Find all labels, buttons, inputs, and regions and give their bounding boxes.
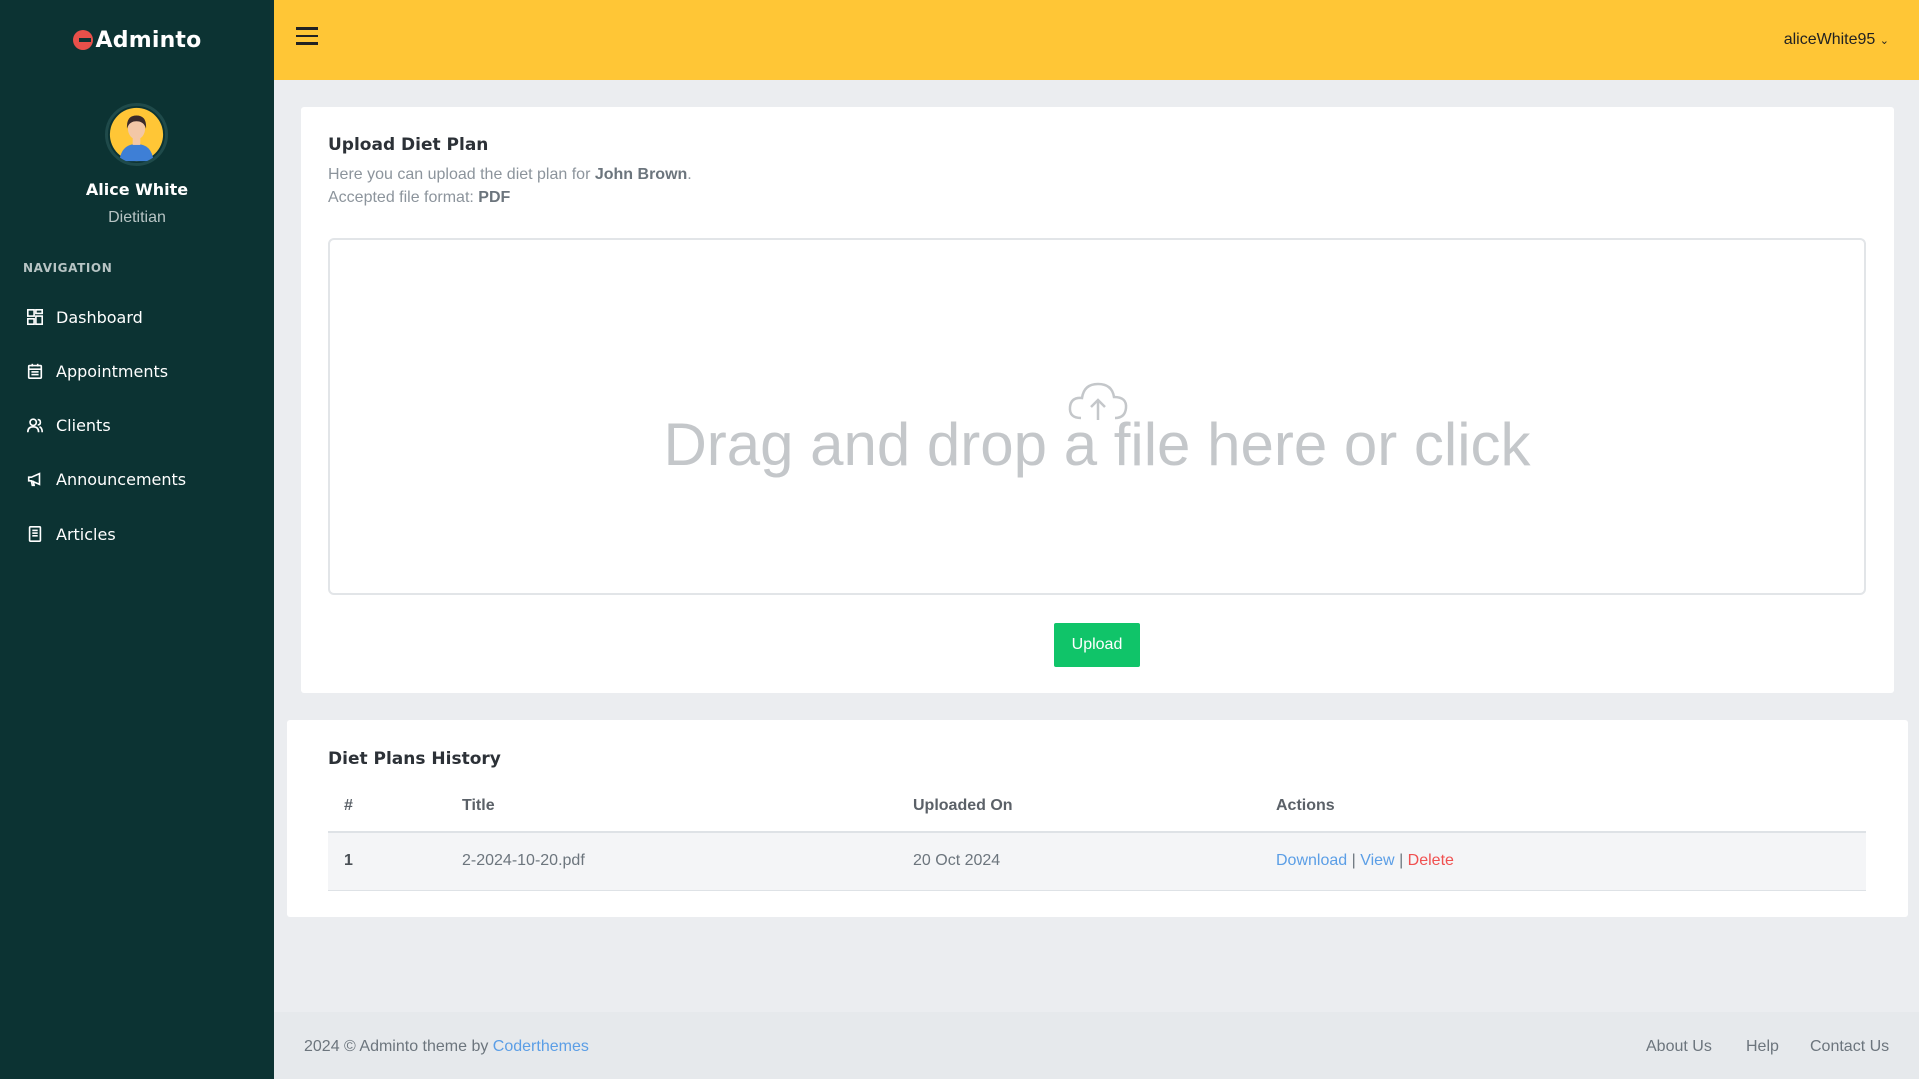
row-actions: Download | View | Delete xyxy=(1276,832,1866,891)
sidebar-item-appointments[interactable]: Appointments xyxy=(0,349,274,393)
logo-icon xyxy=(72,30,93,50)
sidebar-item-announcements[interactable]: Announcements xyxy=(0,457,274,501)
table-header-row: # Title Uploaded On Actions xyxy=(328,780,1866,833)
accepted-format: PDF xyxy=(478,189,511,206)
row-title: 2-2024-10-20.pdf xyxy=(462,832,913,891)
avatar xyxy=(105,103,168,166)
action-separator: | xyxy=(1351,852,1356,870)
coderthemes-link[interactable]: Coderthemes xyxy=(493,1038,589,1055)
upload-description: Here you can upload the diet plan for Jo… xyxy=(328,163,692,209)
copyright-text: 2024 © Adminto theme by xyxy=(304,1038,493,1055)
delete-link[interactable]: Delete xyxy=(1408,852,1454,869)
download-link[interactable]: Download xyxy=(1276,852,1347,869)
topbar: aliceWhite95 ⌄ xyxy=(274,0,1919,80)
document-icon xyxy=(28,525,42,543)
column-header-index: # xyxy=(328,780,462,833)
desc-suffix: . xyxy=(687,166,692,183)
sidebar-item-label: Articles xyxy=(56,524,116,544)
sidebar-item-label: Clients xyxy=(56,415,111,435)
footer: 2024 © Adminto theme by Coderthemes Abou… xyxy=(274,1012,1919,1079)
history-table: # Title Uploaded On Actions 1 2-2024-10-… xyxy=(328,780,1866,891)
footer-link-about-us[interactable]: About Us xyxy=(1646,1038,1712,1056)
user-menu-dropdown[interactable]: aliceWhite95 ⌄ xyxy=(1784,31,1889,49)
sidebar-item-label: Appointments xyxy=(56,361,169,381)
chevron-down-icon: ⌄ xyxy=(1879,35,1889,47)
column-header-actions: Actions xyxy=(1276,780,1866,833)
desc-prefix: Here you can upload the diet plan for xyxy=(328,166,595,183)
nav-section-title: NAVIGATION xyxy=(23,261,113,275)
table-row: 1 2-2024-10-20.pdf 20 Oct 2024 Download … xyxy=(328,832,1866,891)
calendar-icon xyxy=(27,363,43,380)
dropzone-text: Drag and drop a file here or click xyxy=(663,411,1531,478)
sidebar-item-articles[interactable]: Articles xyxy=(0,512,274,556)
megaphone-icon xyxy=(27,472,41,487)
column-header-uploaded-on: Uploaded On xyxy=(913,780,1276,833)
username: aliceWhite95 xyxy=(1783,31,1876,48)
sidebar-item-label: Announcements xyxy=(56,469,187,489)
footer-link-contact-us[interactable]: Contact Us xyxy=(1810,1038,1889,1056)
upload-button[interactable]: Upload xyxy=(1054,623,1140,667)
user-avatar-icon xyxy=(109,107,164,162)
column-header-title: Title xyxy=(462,780,913,833)
sidebar: Adminto Alice White Dietitian NAVIGATION… xyxy=(0,0,274,1079)
logo-text: Adminto xyxy=(95,28,202,53)
sidebar-item-clients[interactable]: Clients xyxy=(0,403,274,447)
footer-copyright: 2024 © Adminto theme by Coderthemes xyxy=(304,1038,589,1056)
user-name: Alice White xyxy=(85,180,189,199)
row-index: 1 xyxy=(328,832,462,891)
client-name: John Brown xyxy=(594,166,688,183)
sidebar-item-dashboard[interactable]: Dashboard xyxy=(0,295,274,339)
dashboard-icon xyxy=(26,308,44,326)
app-logo[interactable]: Adminto xyxy=(0,28,274,53)
hamburger-menu-icon[interactable] xyxy=(296,27,322,53)
format-prefix: Accepted file format: xyxy=(328,189,479,206)
history-title: Diet Plans History xyxy=(328,749,501,769)
footer-link-help[interactable]: Help xyxy=(1746,1038,1779,1056)
users-icon xyxy=(26,418,44,433)
sidebar-item-label: Dashboard xyxy=(56,307,143,327)
action-separator: | xyxy=(1399,852,1404,870)
upload-title: Upload Diet Plan xyxy=(328,135,489,155)
user-role: Dietitian xyxy=(108,209,166,226)
row-uploaded-on: 20 Oct 2024 xyxy=(913,832,1276,891)
view-link[interactable]: View xyxy=(1360,852,1394,869)
